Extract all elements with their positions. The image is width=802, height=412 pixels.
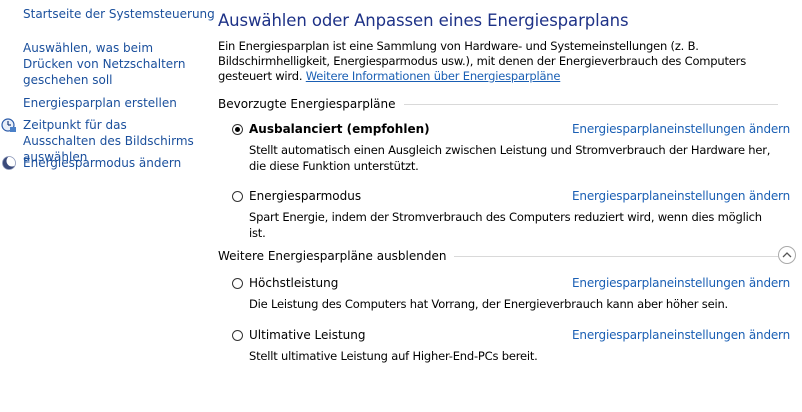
divider <box>403 103 778 105</box>
preferred-plans-header: Bevorzugte Energiesparpläne <box>218 95 778 113</box>
plan-power-saver-description: Spart Energie, indem der Stromverbrauch … <box>249 210 762 240</box>
plan-ultimate-performance-label[interactable]: Ultimative Leistung <box>249 328 366 342</box>
hidden-plans-header: Weitere Energiesparpläne ausblenden <box>218 247 778 265</box>
plan-power-saver-radio[interactable] <box>232 191 243 202</box>
plan-power-saver-change-link[interactable]: Energiesparplaneinstellungen ändern <box>572 189 790 203</box>
chevron-up-icon <box>782 252 792 258</box>
preferred-plans-heading: Bevorzugte Energiesparpläne <box>218 97 396 111</box>
sidebar-item-sleep-mode[interactable]: Energiesparmodus ändern <box>23 155 181 171</box>
plan-high-performance-radio[interactable] <box>232 278 243 289</box>
plan-balanced-change-link[interactable]: Energiesparplaneinstellungen ändern <box>572 122 790 136</box>
main-content: Auswählen oder Anpassen eines Energiespa… <box>218 0 802 412</box>
sidebar-item-control-panel-home[interactable]: Startseite der Systemsteuerung <box>23 6 215 22</box>
sidebar-item-create-plan[interactable]: Energiesparplan erstellen <box>23 95 177 111</box>
clock-icon <box>1 118 16 132</box>
plan-balanced-label[interactable]: Ausbalanciert (empfohlen) <box>249 122 430 136</box>
moon-icon <box>2 155 17 170</box>
intro-paragraph: Ein Energiesparplan ist eine Sammlung vo… <box>218 39 778 84</box>
plan-high-performance-label[interactable]: Höchstleistung <box>249 276 338 290</box>
more-info-link[interactable]: Weitere Informationen über Energiesparpl… <box>306 69 561 83</box>
plan-power-saver-label[interactable]: Energiesparmodus <box>249 189 361 203</box>
page-title: Auswählen oder Anpassen eines Energiespa… <box>218 11 629 30</box>
divider <box>454 255 778 257</box>
hidden-plans-heading[interactable]: Weitere Energiesparpläne ausblenden <box>218 249 454 263</box>
plan-ultimate-performance-radio[interactable] <box>232 330 243 341</box>
sidebar: Startseite der Systemsteuerung Auswählen… <box>0 0 215 412</box>
plan-ultimate-performance-change-link[interactable]: Energiesparplaneinstellungen ändern <box>572 328 790 342</box>
plan-balanced-radio[interactable] <box>232 124 243 135</box>
collapse-button[interactable] <box>778 246 796 264</box>
sidebar-item-power-buttons[interactable]: Auswählen, was beim Drücken von Netzscha… <box>23 40 198 88</box>
plan-high-performance-change-link[interactable]: Energiesparplaneinstellungen ändern <box>572 276 790 290</box>
plan-balanced-description: Stellt automatisch einen Ausgleich zwisc… <box>249 143 771 173</box>
plan-high-performance-description: Die Leistung des Computers hat Vorrang, … <box>249 297 728 311</box>
plan-ultimate-performance-description: Stellt ultimative Leistung auf Higher-En… <box>249 349 538 363</box>
